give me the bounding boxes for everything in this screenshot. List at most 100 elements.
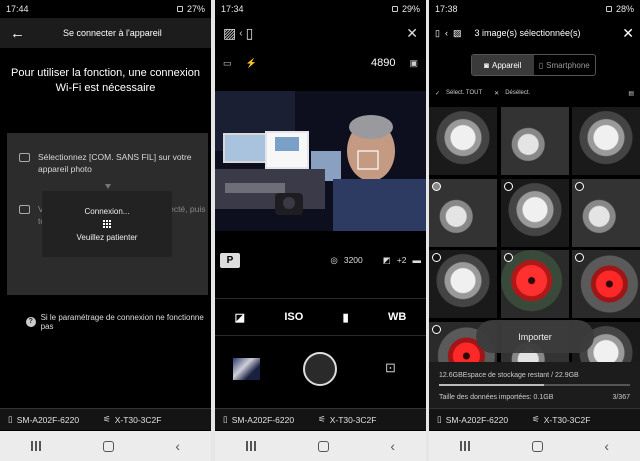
wifi-icon <box>391 6 398 12</box>
home-button[interactable] <box>531 440 543 452</box>
image-thumbnail[interactable] <box>572 107 640 175</box>
import-summary: Taille des données importées: 0.1GB 3/36… <box>439 394 630 401</box>
chevron-left-icon: ‹ <box>444 28 448 38</box>
spinner-icon <box>102 220 112 229</box>
gallery-icon[interactable]: ▨ <box>223 25 236 42</box>
status-bar: 17:44 27% <box>0 0 211 18</box>
tab-camera[interactable]: ◙ Appareil <box>472 55 534 75</box>
device-bar: ▯ SM-A202F-6220 ⚟ X-T30-3C2F <box>0 408 211 430</box>
status-bar: 17:34 29% <box>215 0 426 18</box>
image-thumbnail[interactable] <box>429 250 497 318</box>
select-checkbox[interactable] <box>503 181 513 191</box>
wifi-required-text: Pour utiliser la fonction, une connexion… <box>11 67 200 94</box>
android-nav-bar: ‹ <box>0 431 211 461</box>
iso-button[interactable]: ISO <box>284 311 303 323</box>
header: ▯ ‹ ▨ 3 image(s) sélectionnée(s) ✕ <box>429 18 640 48</box>
camera-name: X-T30-3C2F <box>114 414 162 425</box>
camera-info-bar: ▭ ⚡ 4890 ▣ <box>215 56 426 70</box>
status-time: 17:34 <box>221 4 244 14</box>
android-nav-bar: ‹ <box>429 431 640 461</box>
deselect-button[interactable]: Désélect. <box>505 90 530 96</box>
connecting-dialog: Connexion... Veuillez patienter <box>42 191 172 257</box>
close-icon: ✕ <box>494 90 500 97</box>
select-checkbox[interactable] <box>503 253 513 262</box>
help-icon: ? <box>26 317 36 327</box>
tab-smartphone[interactable]: ▯ Smartphone <box>534 55 596 75</box>
imported-size: Taille des données importées: 0.1GB <box>439 394 554 401</box>
image-size-icon: ▣ <box>409 57 418 68</box>
wb-button[interactable]: WB <box>388 311 406 323</box>
home-button[interactable] <box>317 440 329 452</box>
please-wait-text: Veuillez patienter <box>76 233 138 242</box>
select-checkbox[interactable] <box>432 253 441 262</box>
chevron-left-icon: ‹ <box>239 27 243 39</box>
import-button[interactable]: Importer <box>476 320 594 353</box>
shots-remaining: 4890 <box>371 57 396 69</box>
instruction-step-1-text: Sélectionnez [COM. SANS FIL] sur votre a… <box>38 152 192 174</box>
flash-icon: ⚡ <box>245 57 257 68</box>
recents-button[interactable] <box>30 441 41 451</box>
back-button[interactable]: ‹ <box>390 439 395 453</box>
select-checkbox[interactable] <box>575 181 584 191</box>
phone-icon: ▯ <box>8 414 13 424</box>
image-thumbnail[interactable] <box>572 250 640 318</box>
select-checkbox[interactable] <box>575 253 584 262</box>
battery-icon: ▬ <box>412 255 422 265</box>
image-thumbnail[interactable] <box>500 178 569 247</box>
screen-import: 17:38 28% ▯ ‹ ▨ 3 image(s) sélectionnée(… <box>429 0 640 461</box>
last-photo-thumbnail[interactable] <box>233 358 260 380</box>
camera-name: X-T30-3C2F <box>543 414 591 425</box>
android-nav-bar: ‹ <box>215 431 426 461</box>
live-view[interactable] <box>215 91 426 231</box>
back-button[interactable]: ‹ <box>175 439 180 453</box>
storage-bar <box>439 384 630 386</box>
shutter-button[interactable] <box>303 352 337 386</box>
live-view-image <box>215 91 426 231</box>
camera-icon <box>19 205 30 214</box>
select-checkbox[interactable] <box>432 181 441 191</box>
wireless-icon: ⚟ <box>103 414 111 424</box>
status-time: 17:38 <box>435 4 458 14</box>
exposure-value: +2 <box>396 255 407 265</box>
help-link[interactable]: ? Si le paramétrage de connexion ne fonc… <box>26 313 211 331</box>
select-checkbox[interactable] <box>432 324 441 334</box>
camera-toolbar: ◪ ISO ▮ WB <box>215 298 426 336</box>
recents-button[interactable] <box>245 441 256 451</box>
arrow-down-icon <box>105 184 111 189</box>
device-bar: ▯ SM-A202F-6220 ⚟ X-T30-3C2F <box>429 408 640 430</box>
back-button[interactable]: ‹ <box>604 439 609 453</box>
screen-connect: 17:44 27% ← Se connecter à l'appareil Po… <box>0 0 211 461</box>
tab-smartphone-label: Smartphone <box>546 60 590 70</box>
close-icon[interactable]: ✕ <box>622 25 634 42</box>
device-bar: ▯ SM-A202F-6220 ⚟ X-T30-3C2F <box>215 408 426 430</box>
wireless-icon: ⚟ <box>318 414 326 424</box>
battery-icon: ▭ <box>223 57 232 68</box>
battery-level: 27% <box>186 4 205 14</box>
close-icon[interactable]: ✕ <box>406 25 418 42</box>
camera-name: X-T30-3C2F <box>329 414 377 425</box>
phone-icon[interactable]: ▯ <box>246 25 254 42</box>
back-arrow-icon[interactable]: ← <box>10 25 25 42</box>
phone-icon: ▯ <box>437 414 442 424</box>
select-all-button[interactable]: Sélect. TOUT <box>446 90 482 96</box>
list-view-icon[interactable]: ▤ <box>628 90 634 97</box>
header: ▨ ‹ ▯ ✕ <box>215 18 426 48</box>
home-button[interactable] <box>102 440 114 452</box>
exposure-comp-icon[interactable]: ◪ <box>235 311 245 324</box>
image-thumbnail[interactable] <box>572 178 640 247</box>
image-thumbnail[interactable] <box>429 178 497 247</box>
page-title: 3 image(s) sélectionnée(s) <box>474 28 581 38</box>
image-thumbnail[interactable] <box>429 107 497 175</box>
phone-name: SM-A202F-6220 <box>16 414 80 425</box>
video-icon[interactable]: ⊡ <box>385 360 396 376</box>
image-thumbnail[interactable] <box>500 107 569 175</box>
image-thumbnail[interactable] <box>500 250 569 318</box>
gallery-icon[interactable]: ▨ <box>453 28 462 39</box>
source-toggle: ◙ Appareil ▯ Smartphone <box>471 54 596 76</box>
recents-button[interactable] <box>459 441 470 451</box>
wireless-icon: ⚟ <box>532 414 540 424</box>
battery-level: 29% <box>401 4 420 14</box>
phone-icon[interactable]: ▯ <box>435 28 440 39</box>
iso-icon: ◎ <box>330 254 338 265</box>
film-simulation-icon[interactable]: ▮ <box>343 311 349 324</box>
